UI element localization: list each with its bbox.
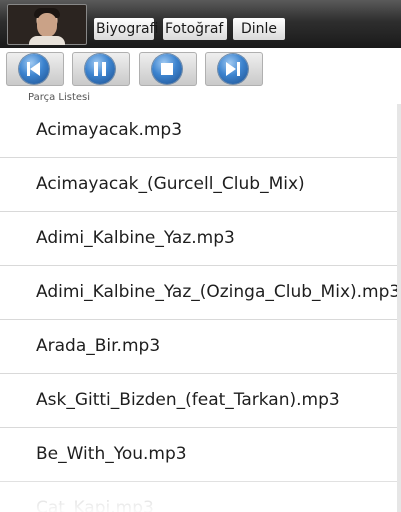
- tab-dinle[interactable]: Dinle: [233, 18, 285, 40]
- next-button[interactable]: [205, 52, 263, 86]
- track-item[interactable]: Acimayacak_(Gurcell_Club_Mix): [0, 158, 401, 212]
- avatar-face: [37, 13, 57, 37]
- track-item[interactable]: Acimayacak.mp3: [0, 104, 401, 158]
- track-item[interactable]: Adimi_Kalbine_Yaz_(Ozinga_Club_Mix).mp3: [0, 266, 401, 320]
- tab-biyografi[interactable]: Biyografi: [94, 18, 158, 40]
- tab-fotograf[interactable]: Fotoğraf: [163, 18, 227, 40]
- player-controls: [0, 48, 401, 92]
- avatar-shirt: [29, 36, 65, 45]
- stop-icon: [152, 54, 182, 84]
- next-icon: [218, 54, 248, 84]
- list-scrollbar[interactable]: [397, 104, 401, 512]
- track-item[interactable]: Cat_Kapi.mp3: [0, 482, 401, 512]
- top-bar: Biyografi Fotoğraf Dinle: [0, 0, 401, 48]
- pause-icon: [85, 54, 115, 84]
- previous-button[interactable]: [6, 52, 64, 86]
- playlist-label: Parça Listesi: [28, 92, 91, 103]
- track-item[interactable]: Adimi_Kalbine_Yaz.mp3: [0, 212, 401, 266]
- track-item[interactable]: Arada_Bir.mp3: [0, 320, 401, 374]
- track-item[interactable]: Be_With_You.mp3: [0, 428, 401, 482]
- previous-icon: [19, 54, 49, 84]
- track-item[interactable]: Ask_Gitti_Bizden_(feat_Tarkan).mp3: [0, 374, 401, 428]
- stop-button[interactable]: [139, 52, 197, 86]
- pause-button[interactable]: [72, 52, 130, 86]
- track-list: Acimayacak.mp3 Acimayacak_(Gurcell_Club_…: [0, 104, 401, 512]
- artist-avatar[interactable]: [7, 4, 87, 45]
